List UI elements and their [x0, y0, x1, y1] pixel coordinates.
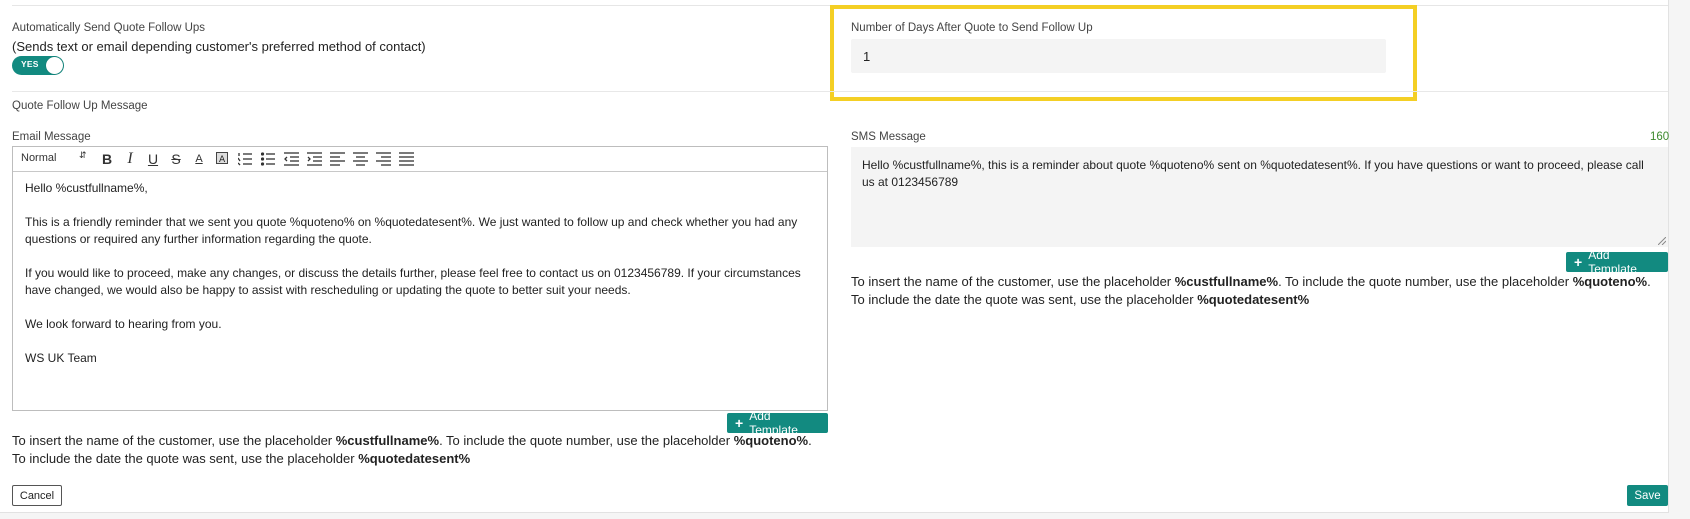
outdent-icon[interactable]	[281, 147, 301, 171]
ordered-list-icon[interactable]	[235, 147, 255, 171]
align-right-icon[interactable]	[373, 147, 393, 171]
email-paragraph: WS UK Team	[25, 351, 97, 365]
italic-icon[interactable]: I	[120, 147, 140, 171]
format-select[interactable]: Normal	[21, 152, 56, 164]
auto-follow-up-title: Automatically Send Quote Follow Ups	[12, 22, 206, 34]
mid-divider	[12, 91, 1668, 92]
indent-icon[interactable]	[304, 147, 324, 171]
highlight-box	[830, 5, 1417, 101]
email-paragraph: If you would like to proceed, make any c…	[25, 266, 801, 297]
sms-message-label: SMS Message	[851, 131, 926, 143]
bold-icon[interactable]: B	[97, 147, 117, 171]
text-color-icon[interactable]: A	[189, 147, 209, 171]
sms-add-template-label: Add Template	[1588, 248, 1637, 276]
plus-icon: +	[735, 415, 744, 431]
toggle-label: YES	[21, 59, 39, 69]
save-button[interactable]: Save	[1627, 485, 1668, 506]
strikethrough-icon[interactable]: S	[166, 147, 186, 171]
resize-grip-icon[interactable]	[1658, 237, 1666, 245]
sms-textarea[interactable]: Hello %custfullname%, this is a reminder…	[851, 147, 1668, 247]
align-center-icon[interactable]	[350, 147, 370, 171]
underline-icon[interactable]: U	[143, 147, 163, 171]
cancel-button[interactable]: Cancel	[12, 485, 62, 506]
align-justify-icon[interactable]	[396, 147, 416, 171]
settings-page: Automatically Send Quote Follow Ups (Sen…	[0, 0, 1669, 513]
plus-icon: +	[1574, 254, 1583, 270]
email-paragraph: This is a friendly reminder that we sent…	[25, 215, 798, 246]
email-paragraph: Hello %custfullname%,	[25, 181, 148, 195]
sms-add-template-button[interactable]: + Add Template	[1566, 248, 1668, 276]
email-paragraph: We look forward to hearing from you.	[25, 317, 222, 331]
format-select-arrow-icon[interactable]: ⇵	[79, 150, 87, 161]
email-body[interactable]: Hello %custfullname%, This is a friendly…	[25, 180, 815, 384]
background-color-icon[interactable]: A	[212, 147, 232, 171]
svg-text:A: A	[219, 155, 226, 164]
toggle-knob	[46, 57, 63, 74]
section-title: Quote Follow Up Message	[12, 100, 148, 112]
auto-follow-up-toggle[interactable]: YES	[12, 56, 64, 75]
bullet-list-icon[interactable]	[258, 147, 278, 171]
email-add-template-button[interactable]: + Add Template	[727, 409, 828, 437]
sms-text: Hello %custfullname%, this is a reminder…	[862, 158, 1644, 189]
email-message-label: Email Message	[12, 131, 91, 143]
align-left-icon[interactable]	[327, 147, 347, 171]
email-editor: Normal ⇵ B I U S A A Hello %custfullname…	[12, 146, 828, 411]
email-help-text: To insert the name of the customer, use …	[12, 433, 812, 466]
editor-toolbar: Normal ⇵ B I U S A A	[13, 147, 827, 172]
sms-help-text: To insert the name of the customer, use …	[851, 274, 1651, 307]
sms-char-count: 160	[1650, 131, 1670, 143]
auto-follow-up-subtitle: (Sends text or email depending customer'…	[12, 39, 426, 54]
